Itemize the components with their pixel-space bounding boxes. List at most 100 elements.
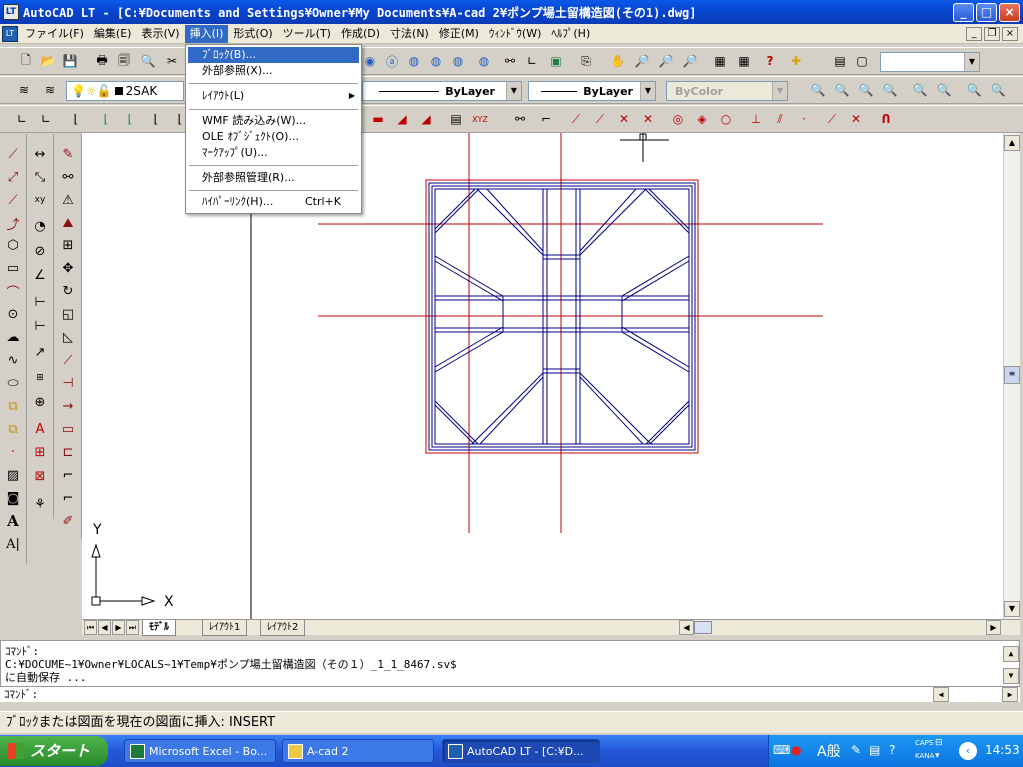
diameter-dim-icon[interactable]: ⌊ — [120, 109, 140, 129]
osnap-node-icon[interactable]: · — [794, 109, 814, 129]
layer-icon[interactable]: ▣ — [546, 51, 566, 71]
trim-icon[interactable]: ⊣ — [57, 373, 79, 393]
copy-icon[interactable]: ⚯ — [57, 167, 79, 187]
ime-icon[interactable]: ● — [791, 743, 801, 757]
ellipse-icon[interactable]: ⬭ — [2, 373, 24, 393]
linear-dim-icon[interactable]: ∟ — [12, 109, 32, 129]
arc-icon[interactable]: ⌒ — [2, 281, 24, 301]
toolbar-icon-a[interactable]: ▤ — [830, 51, 850, 71]
explode-icon[interactable]: ✐ — [57, 511, 79, 531]
erase-icon[interactable]: ✎ — [57, 144, 79, 164]
hscroll-left-arrow[interactable]: ◀ — [679, 620, 694, 635]
menu-draw[interactable]: 作成(D) — [336, 25, 385, 43]
region-icon[interactable]: ◙ — [2, 488, 24, 508]
command-prompt[interactable]: ｺﾏﾝﾄﾞ: ◀ ▶ — [0, 686, 1020, 702]
lineweight-combo[interactable]: ByLayer ▼ — [528, 81, 656, 101]
menu-insert[interactable]: 挿入(I) — [184, 24, 229, 43]
ime-help-icon[interactable]: ? — [889, 743, 895, 757]
tab-first-arrow[interactable]: ⏮ — [84, 620, 97, 635]
circle-icon[interactable]: ⊙ — [2, 304, 24, 324]
hscroll-thumb[interactable] — [694, 621, 712, 634]
linetype-combo[interactable]: ByLayer ▼ — [362, 81, 522, 101]
radius-dim-icon[interactable]: ⌊ — [96, 109, 116, 129]
tolerance-icon[interactable]: ▬ — [368, 109, 388, 129]
dim-edit-icon[interactable]: ◢ — [416, 109, 436, 129]
osnap-none-icon[interactable]: ✕ — [846, 109, 866, 129]
polyline-icon[interactable]: ⟋ — [2, 190, 24, 210]
menu-item-ole[interactable]: OLE ｵﾌﾞｼﾞｪｸﾄ(O)... — [188, 129, 359, 145]
osnap-center-icon[interactable]: ◎ — [668, 109, 688, 129]
ime-mode[interactable]: A般 — [817, 741, 841, 761]
start-button[interactable]: スタート — [0, 736, 108, 766]
dim-tolerance-icon[interactable]: ⊞ — [29, 368, 51, 388]
menu-format[interactable]: 形式(O) — [228, 25, 277, 43]
menu-item-layout[interactable]: ﾚｲｱｳﾄ(L) ▶ — [188, 88, 359, 104]
cmdline-scroll-right[interactable]: ▶ — [1002, 687, 1018, 702]
dim-baseline-icon[interactable]: ⊢ — [29, 292, 51, 312]
osnap-midpoint-icon[interactable]: ⟋ — [590, 109, 610, 129]
scroll-thumb[interactable]: ≡ — [1004, 366, 1020, 384]
toolbar-icon-b[interactable]: ▢ — [852, 51, 872, 71]
zoom-window-icon-2[interactable]: 🔍 — [808, 80, 828, 100]
text-icon[interactable]: A| — [2, 534, 24, 554]
cmd-scroll-down[interactable]: ▼ — [1003, 668, 1019, 684]
adcenter-icon[interactable]: ⓐ — [382, 51, 402, 71]
insert-block-icon[interactable]: ⧉ — [2, 396, 24, 416]
dim-update-icon[interactable]: ▤ — [446, 109, 466, 129]
menu-item-wmf[interactable]: WMF 読み込み(W)... — [188, 113, 359, 129]
doc-minimize-button[interactable]: _ — [966, 27, 982, 41]
osnap-nearest-icon[interactable]: ⟋ — [822, 109, 842, 129]
save-icon[interactable]: 💾 — [60, 51, 80, 71]
title-bar[interactable]: LT AutoCAD LT - [C:¥Documents and Settin… — [0, 0, 1023, 24]
autocad-app-icon[interactable]: LT — [3, 4, 19, 20]
zoom-realtime-icon[interactable]: 🔎 — [632, 51, 652, 71]
rotate-icon[interactable]: ↻ — [57, 281, 79, 301]
dim-center-icon[interactable]: ⊕ — [29, 392, 51, 412]
menu-item-xref[interactable]: 外部参照(X)... — [188, 63, 359, 79]
zoom-center-icon[interactable]: 🔍 — [880, 80, 900, 100]
dim-style-icon[interactable]: XYZ — [470, 109, 490, 129]
doc-restore-button[interactable]: ❐ — [984, 27, 1000, 41]
array-icon[interactable]: ⊞ — [57, 235, 79, 255]
snap-icon[interactable]: ⚯ — [500, 51, 520, 71]
globe-icon[interactable]: ◍ — [404, 51, 424, 71]
chamfer-icon[interactable]: ⌐ — [57, 465, 79, 485]
fillet-icon[interactable]: ⌐ — [57, 488, 79, 508]
tab-next-arrow[interactable]: ▶ — [112, 620, 125, 635]
osnap-apparent-icon[interactable]: ✕ — [638, 109, 658, 129]
dim-leader-icon[interactable]: ↗ — [29, 342, 51, 362]
revcloud-icon[interactable]: ☁ — [2, 327, 24, 347]
menu-view[interactable]: 表示(V) — [136, 25, 184, 43]
ime-restore-icon[interactable]: ⊟ — [935, 738, 943, 748]
task-excel[interactable]: Microsoft Excel - Bo... — [124, 739, 276, 763]
xline-icon[interactable]: ⤢ — [2, 167, 24, 187]
osnap-quadrant-icon[interactable]: ◈ — [692, 109, 712, 129]
osnap-parallel-icon[interactable]: ⫽ — [770, 109, 790, 129]
osnap-endpoint-icon[interactable]: ⟋ — [566, 109, 586, 129]
dim-angular-icon[interactable]: ∠ — [29, 265, 51, 285]
menu-help[interactable]: ﾍﾙﾌﾟ(H) — [546, 25, 595, 43]
osnap-perpendicular-icon[interactable]: ⊥ — [746, 109, 766, 129]
menu-item-xref-manager[interactable]: 外部参照管理(R)... — [188, 170, 359, 186]
dim-ordinate-icon[interactable]: xy — [29, 190, 51, 210]
menu-dimension[interactable]: 寸法(N) — [385, 25, 434, 43]
open-icon[interactable]: 📂 — [38, 51, 58, 71]
web-icon[interactable]: ◍ — [448, 51, 468, 71]
close-button[interactable]: × — [999, 3, 1020, 22]
tab-last-arrow[interactable]: ⏭ — [126, 620, 139, 635]
osnap-from-icon[interactable]: ⌐ — [536, 109, 556, 129]
stretch-icon[interactable]: ◺ — [57, 327, 79, 347]
dim-radius-icon[interactable]: ◔ — [29, 216, 51, 236]
mtext-icon[interactable]: A — [2, 511, 24, 531]
mirror-icon[interactable]: ⚠ — [57, 190, 79, 210]
tray-expand-icon[interactable]: ‹ — [959, 742, 977, 760]
pan-icon[interactable]: ◉ — [360, 51, 380, 71]
properties-icon[interactable]: ▦ — [710, 51, 730, 71]
plotstyle-combo[interactable]: ByColor ▼ — [666, 81, 788, 101]
osnap-intersection-icon[interactable]: ✕ — [614, 109, 634, 129]
design-center-icon[interactable]: ▦ — [734, 51, 754, 71]
make-current-layer-icon[interactable]: ≋ — [40, 80, 60, 100]
dim-oblique-icon[interactable]: ⊞ — [29, 442, 51, 462]
vertical-scrollbar[interactable]: ▲ ≡ ▼ — [1003, 133, 1020, 619]
line-icon[interactable]: ⟋ — [2, 144, 24, 164]
